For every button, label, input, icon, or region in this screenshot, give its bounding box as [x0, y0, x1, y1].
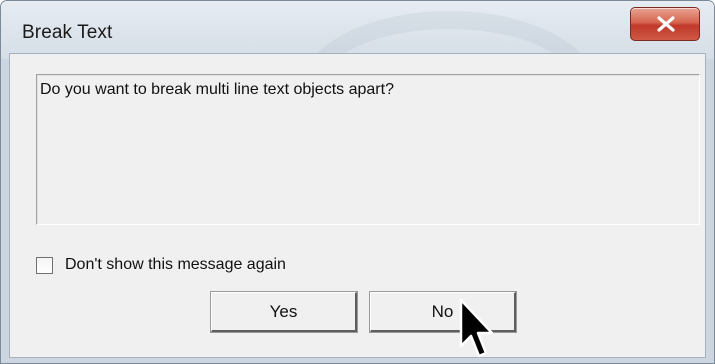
yes-button[interactable]: Yes [210, 291, 358, 333]
message-text: Do you want to break multi line text obj… [40, 81, 394, 98]
dialog-title: Break Text [22, 22, 113, 43]
break-text-dialog: Break Text Do you want to break multi li… [0, 0, 715, 364]
dont-show-again-row[interactable]: Don't show this message again [36, 254, 286, 276]
close-x-icon [657, 16, 675, 32]
dialog-client-area: Do you want to break multi line text obj… [9, 53, 706, 358]
close-button[interactable] [630, 7, 700, 41]
no-button[interactable]: No [369, 291, 517, 333]
message-panel: Do you want to break multi line text obj… [36, 74, 700, 225]
title-bar[interactable]: Break Text [1, 1, 714, 167]
dont-show-again-label[interactable]: Don't show this message again [65, 256, 286, 274]
dont-show-again-checkbox[interactable] [36, 256, 53, 274]
